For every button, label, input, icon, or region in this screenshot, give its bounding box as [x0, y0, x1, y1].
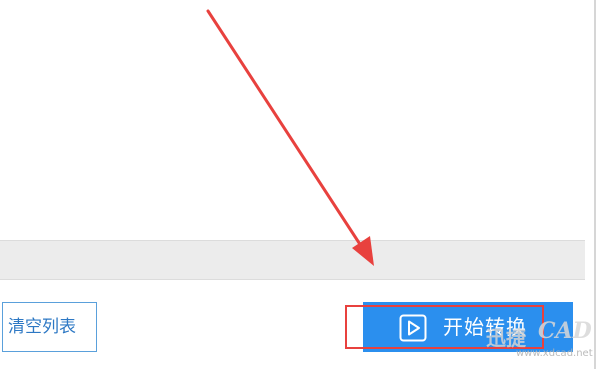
play-icon	[399, 314, 427, 342]
file-list-area	[0, 0, 594, 240]
status-strip	[0, 240, 585, 280]
start-convert-button[interactable]: 开始转换	[363, 302, 573, 352]
clear-list-label: 清空列表	[8, 317, 76, 337]
start-convert-label: 开始转换	[443, 315, 527, 339]
clear-list-button[interactable]: 清空列表	[2, 302, 97, 352]
